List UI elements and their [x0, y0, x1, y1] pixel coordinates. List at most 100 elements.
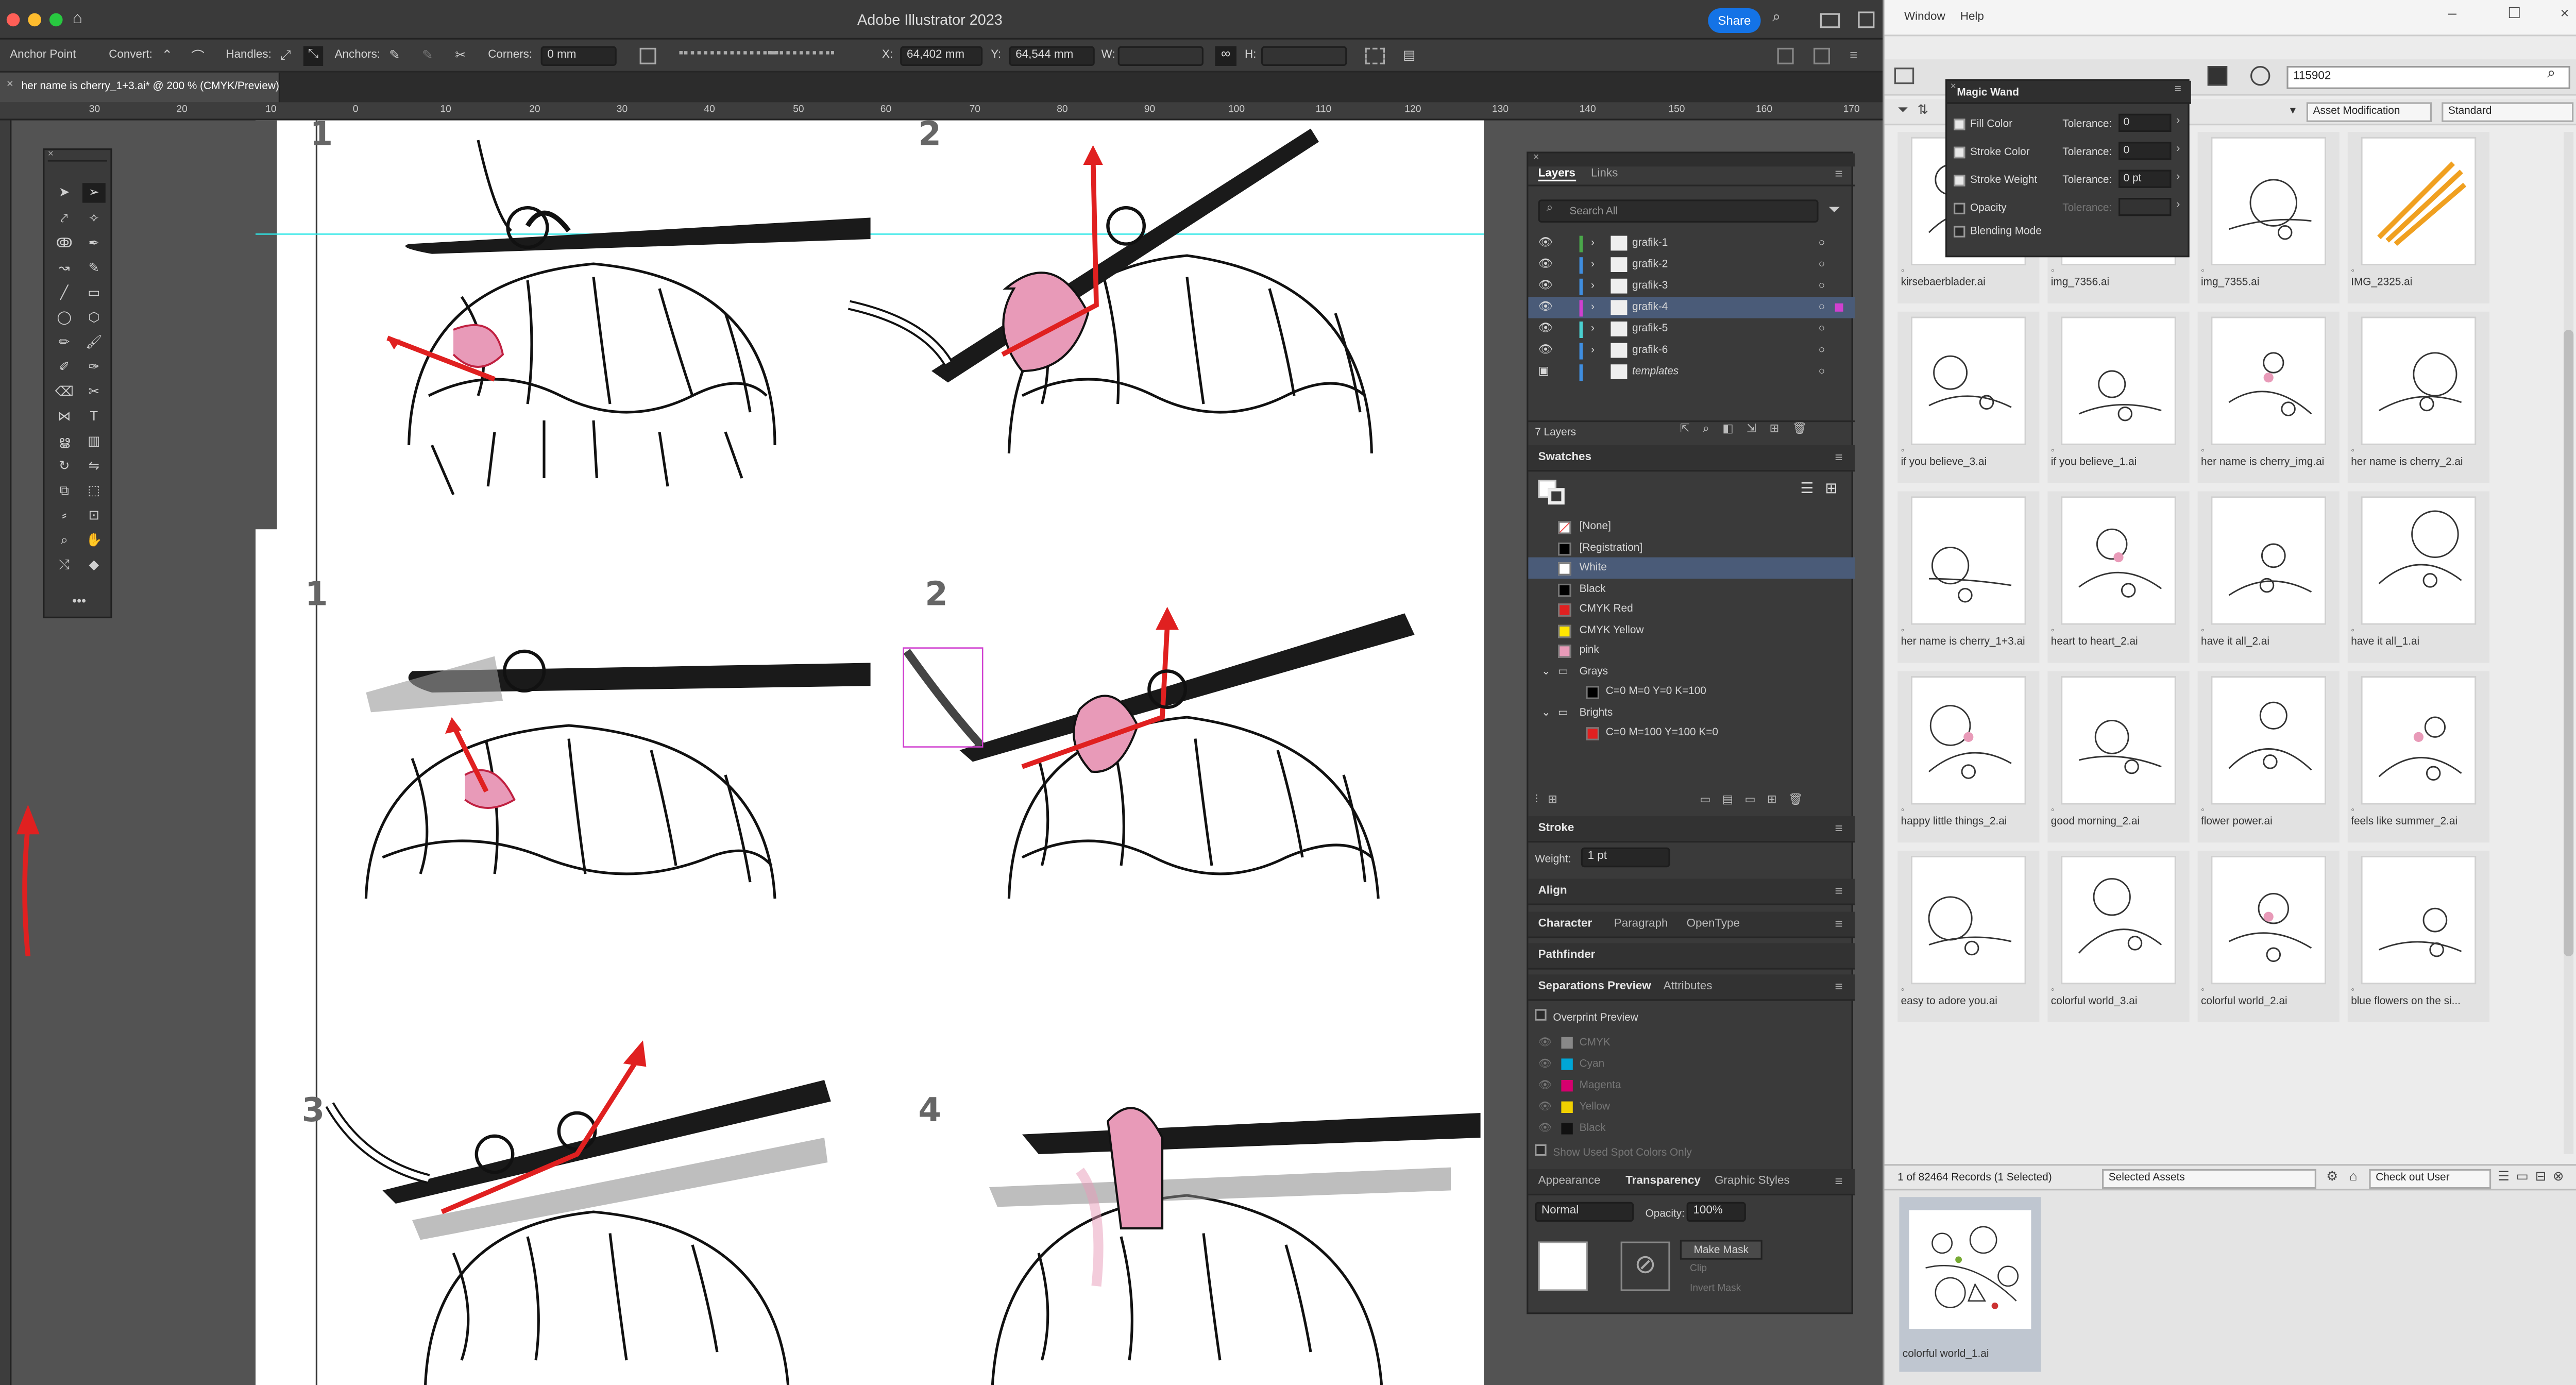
shaper-tool-icon[interactable]: ✑ [82, 358, 106, 377]
asset-card[interactable]: ◦ happy little things_2.ai [1897, 671, 2040, 843]
scrollbar-thumb[interactable] [2564, 330, 2574, 956]
swatch-row[interactable]: CMYK Red [1528, 599, 1855, 620]
eye-icon[interactable]: 👁 [1538, 340, 1553, 361]
expand-icon[interactable]: › [1591, 232, 1595, 254]
layer-name[interactable]: grafik-5 [1632, 318, 1668, 340]
corners-field[interactable]: 0 mm [540, 46, 617, 66]
type-tool-icon[interactable]: T [82, 407, 106, 427]
eye-icon[interactable]: 👁 [1538, 1096, 1552, 1118]
scale-tool-icon[interactable]: ⧉ [53, 481, 76, 501]
target-icon[interactable]: ○ [1819, 275, 1825, 297]
target-icon[interactable]: ○ [1819, 340, 1825, 361]
share-button[interactable]: Share [1708, 8, 1761, 33]
checkbox[interactable] [1954, 175, 1965, 187]
view-select[interactable]: Standard [2442, 102, 2574, 122]
cut-path-icon[interactable]: ✂ [455, 48, 471, 64]
chevron-down-icon[interactable]: ⌄ [1541, 702, 1550, 723]
asset-card[interactable]: ◦ colorful world_2.ai [2197, 851, 2340, 1022]
swatch-row[interactable]: Black [1528, 578, 1855, 600]
panel-options-icon[interactable] [1777, 47, 1794, 64]
asset-card[interactable]: ◦ heart to heart_2.ai [2047, 491, 2190, 663]
plate-row[interactable]: 👁 Yellow [1528, 1096, 1855, 1118]
panel-toggle-icon[interactable] [1858, 11, 1875, 28]
clip-checkbox[interactable]: Clip [1690, 1264, 1707, 1274]
tab-appearance[interactable]: Appearance [1538, 1169, 1601, 1195]
checkbox[interactable] [1954, 226, 1965, 238]
layer-name[interactable]: templates [1632, 361, 1679, 383]
reflect-tool-icon[interactable]: ⇋ [82, 457, 106, 476]
chevron-right-icon[interactable]: › [2176, 172, 2180, 183]
direct-selection-tool-icon[interactable]: ➢ [82, 183, 106, 203]
layers-search-input[interactable]: ⌕ Search All [1538, 199, 1819, 223]
blend-mode-select[interactable]: Normal [1535, 1202, 1634, 1222]
tolerance-field[interactable]: 0 [2119, 142, 2172, 160]
checkbox[interactable] [1954, 146, 1965, 159]
checkbox[interactable] [1535, 1144, 1547, 1156]
asset-card[interactable]: ◦ if you believe_1.ai [2047, 311, 2190, 483]
stroke-swatch-icon[interactable] [1548, 488, 1565, 505]
transform-icon[interactable] [639, 47, 656, 64]
expand-icon[interactable]: › [1591, 340, 1595, 361]
plate-row[interactable]: 👁 Black [1528, 1118, 1855, 1140]
swatch-row[interactable]: [None] [1528, 516, 1855, 538]
blob-brush-tool-icon[interactable]: ✐ [53, 358, 76, 377]
object-thumbnail[interactable] [1538, 1241, 1588, 1291]
checkbox[interactable] [1954, 202, 1965, 214]
magic-wand-option[interactable]: Stroke Weight Tolerance: 0 pt › [1947, 170, 2191, 192]
paintbrush-tool-icon[interactable]: 🖌 [82, 333, 106, 352]
eye-icon[interactable]: 👁 [1538, 232, 1553, 254]
asset-card[interactable]: ◦ blue flowers on the si... [2347, 851, 2489, 1022]
layer-row[interactable]: 👁 › grafik-1 ○ [1528, 232, 1855, 254]
eye-icon[interactable]: 👁 [1538, 297, 1553, 318]
align-header[interactable]: Align ≡ [1528, 879, 1855, 905]
magic-wand-tool-icon[interactable]: ✧ [82, 209, 106, 229]
zoom-tool-icon[interactable]: ⌕ [53, 531, 76, 550]
swatch-row[interactable]: [Registration] [1528, 537, 1855, 559]
panel-menu-icon[interactable]: ≡ [1835, 912, 1843, 938]
arrange-icon[interactable]: ▤ [1403, 48, 1422, 64]
grid-view-icon[interactable]: ⊞ [1825, 480, 1837, 498]
scrollbar[interactable] [2564, 132, 2574, 1154]
convert-corner-icon[interactable]: ⌃ [162, 48, 178, 64]
expand-icon[interactable]: › [1591, 297, 1595, 318]
align-icons[interactable] [679, 51, 778, 61]
free-transform-tool-icon[interactable]: ⬚ [82, 481, 106, 501]
link-icon[interactable]: ∞ [1215, 46, 1236, 66]
eye-icon[interactable]: 👁 [1538, 1075, 1552, 1096]
toolbox-header[interactable]: × [47, 150, 107, 162]
swatches-header[interactable]: Swatches ≡ [1528, 445, 1855, 472]
tab-opentype[interactable]: OpenType [1687, 912, 1740, 938]
stroke-header[interactable]: Stroke ≡ [1528, 816, 1855, 843]
tab-graphic-styles[interactable]: Graphic Styles [1715, 1169, 1790, 1195]
more-tools-icon[interactable]: ••• [67, 592, 91, 612]
asset-card[interactable]: ◦ flower power.ai [2197, 671, 2340, 843]
asset-filter-select[interactable]: Asset Modification [2306, 102, 2432, 122]
panel-menu-icon[interactable]: ≡ [1835, 166, 1843, 181]
panel-menu-icon[interactable]: ≡ [1835, 816, 1843, 842]
hand-tool-icon[interactable]: ✋ [82, 531, 106, 550]
chevron-right-icon[interactable]: › [2176, 115, 2180, 127]
tab-character[interactable]: Character [1538, 912, 1592, 938]
pathfinder-header[interactable]: Pathfinder [1528, 943, 1855, 970]
layer-name[interactable]: grafik-2 [1632, 254, 1668, 276]
hide-handles-icon[interactable]: ⤡ [303, 46, 324, 66]
document-tab[interactable]: × her name is cherry_1+3.ai* @ 200 % (CM… [0, 72, 280, 103]
scissors-tool-icon[interactable]: ✂ [82, 382, 106, 402]
anchor-point-tool-icon[interactable]: ✎ [82, 259, 106, 278]
plate-row[interactable]: 👁 Magenta [1528, 1075, 1855, 1096]
convert-smooth-icon[interactable]: ⌒ [191, 48, 208, 64]
tolerance-field[interactable] [2119, 198, 2172, 216]
eye-icon[interactable]: 👁 [1538, 1032, 1552, 1054]
warp-tool-icon[interactable]: ൠ [53, 432, 76, 451]
w-field[interactable] [1117, 46, 1204, 66]
checkbox[interactable] [1954, 119, 1965, 130]
image-icon[interactable] [2207, 66, 2228, 86]
settings-icon[interactable]: ⚙ [2326, 1169, 2338, 1184]
plate-row[interactable]: 👁 CMYK [1528, 1032, 1855, 1054]
template-icon[interactable]: ▣ [1538, 361, 1549, 383]
swatch-actions-icons[interactable]: ⫶⊞ [1535, 793, 1567, 808]
ellipse-tool-icon[interactable]: ◯ [53, 308, 76, 328]
tolerance-field[interactable]: 0 pt [2119, 170, 2172, 188]
eyedropper-tool-icon[interactable]: ⸗ [53, 506, 76, 526]
vertical-ruler[interactable] [0, 120, 12, 1385]
